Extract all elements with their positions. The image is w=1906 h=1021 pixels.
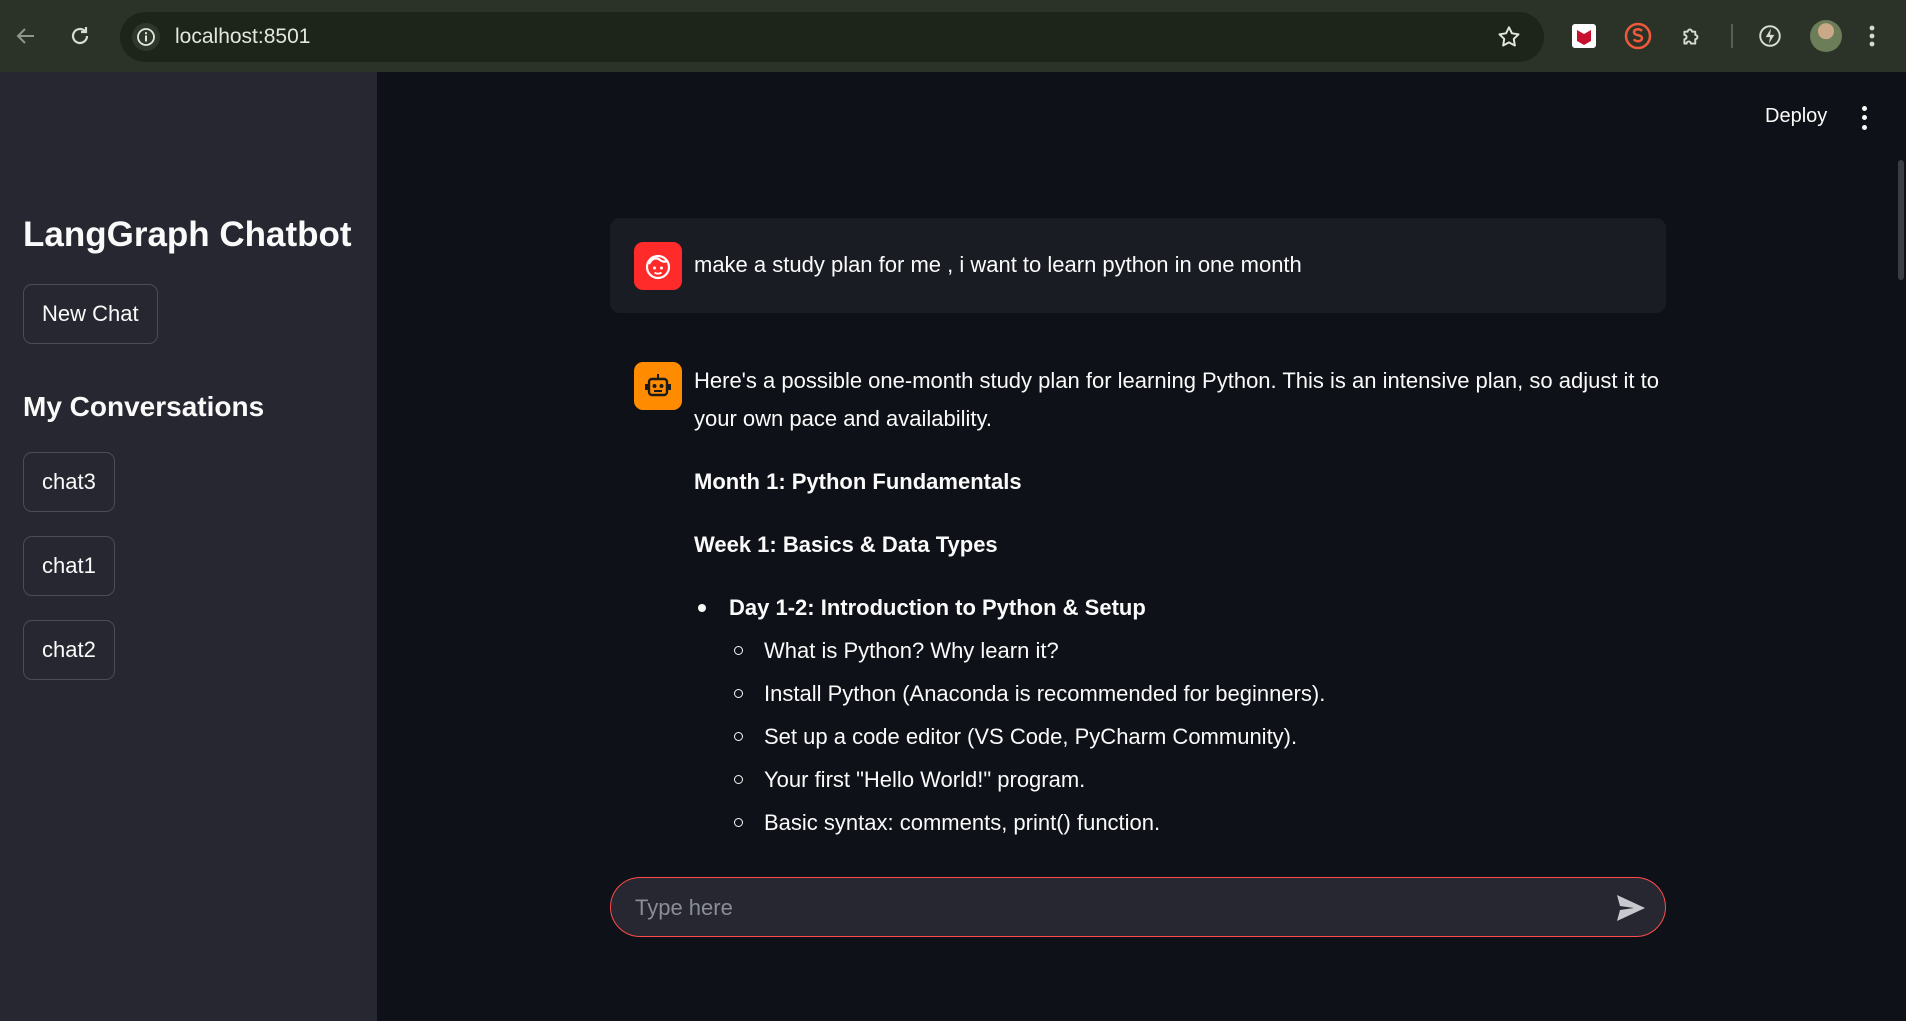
back-arrow-icon[interactable] bbox=[12, 22, 40, 50]
conversation-item[interactable]: chat2 bbox=[23, 620, 115, 680]
reload-icon[interactable] bbox=[66, 22, 94, 50]
assistant-avatar-icon bbox=[634, 362, 682, 410]
assistant-intro: Here's a possible one-month study plan f… bbox=[694, 368, 1660, 431]
app-title: LangGraph Chatbot bbox=[23, 215, 352, 254]
browser-toolbar: localhost:8501 bbox=[0, 0, 1906, 72]
chat-input[interactable] bbox=[635, 892, 1585, 924]
toolbar-divider bbox=[1731, 24, 1733, 48]
chat-input-container bbox=[610, 877, 1666, 937]
conversations-heading: My Conversations bbox=[23, 391, 265, 422]
browser-menu-icon[interactable] bbox=[1856, 20, 1888, 52]
list-item: Day 1-2: Introduction to Python & Setup … bbox=[694, 589, 1664, 844]
week-heading: Week 1: Basics & Data Types bbox=[694, 532, 998, 557]
extension-s-icon[interactable] bbox=[1622, 20, 1654, 52]
url-text[interactable]: localhost:8501 bbox=[175, 25, 310, 49]
month-heading: Month 1: Python Fundamentals bbox=[694, 469, 1022, 494]
day-list: Day 1-2: Introduction to Python & Setup … bbox=[694, 589, 1664, 844]
send-icon[interactable] bbox=[1615, 893, 1647, 923]
assistant-message: Here's a possible one-month study plan f… bbox=[694, 362, 1664, 844]
address-bar[interactable]: localhost:8501 bbox=[120, 12, 1544, 62]
user-avatar-icon bbox=[634, 242, 682, 290]
list-item: Install Python (Anaconda is recommended … bbox=[729, 672, 1664, 715]
list-item: What is Python? Why learn it? bbox=[729, 629, 1664, 672]
profile-avatar[interactable] bbox=[1810, 20, 1842, 52]
new-chat-button[interactable]: New Chat bbox=[23, 284, 158, 344]
bookmark-star-icon[interactable] bbox=[1496, 24, 1522, 55]
performance-icon[interactable] bbox=[1754, 20, 1786, 52]
user-message-text: make a study plan for me , i want to lea… bbox=[694, 252, 1302, 277]
day-heading: Day 1-2: Introduction to Python & Setup bbox=[729, 595, 1146, 620]
conversation-item[interactable]: chat3 bbox=[23, 452, 115, 512]
list-item: Basic syntax: comments, print() function… bbox=[729, 801, 1664, 844]
day-sublist: What is Python? Why learn it? Install Py… bbox=[729, 629, 1664, 844]
deploy-button[interactable]: Deploy bbox=[1765, 105, 1827, 128]
list-item: Set up a code editor (VS Code, PyCharm C… bbox=[729, 715, 1664, 758]
extensions-puzzle-icon[interactable] bbox=[1676, 20, 1708, 52]
scrollbar[interactable] bbox=[1898, 160, 1904, 280]
user-message: make a study plan for me , i want to lea… bbox=[610, 218, 1666, 313]
site-info-icon[interactable] bbox=[132, 23, 160, 51]
app-menu-icon[interactable] bbox=[1852, 104, 1876, 132]
list-item: Your first "Hello World!" program. bbox=[729, 758, 1664, 801]
conversation-item[interactable]: chat1 bbox=[23, 536, 115, 596]
mcafee-extension-icon[interactable] bbox=[1568, 20, 1600, 52]
